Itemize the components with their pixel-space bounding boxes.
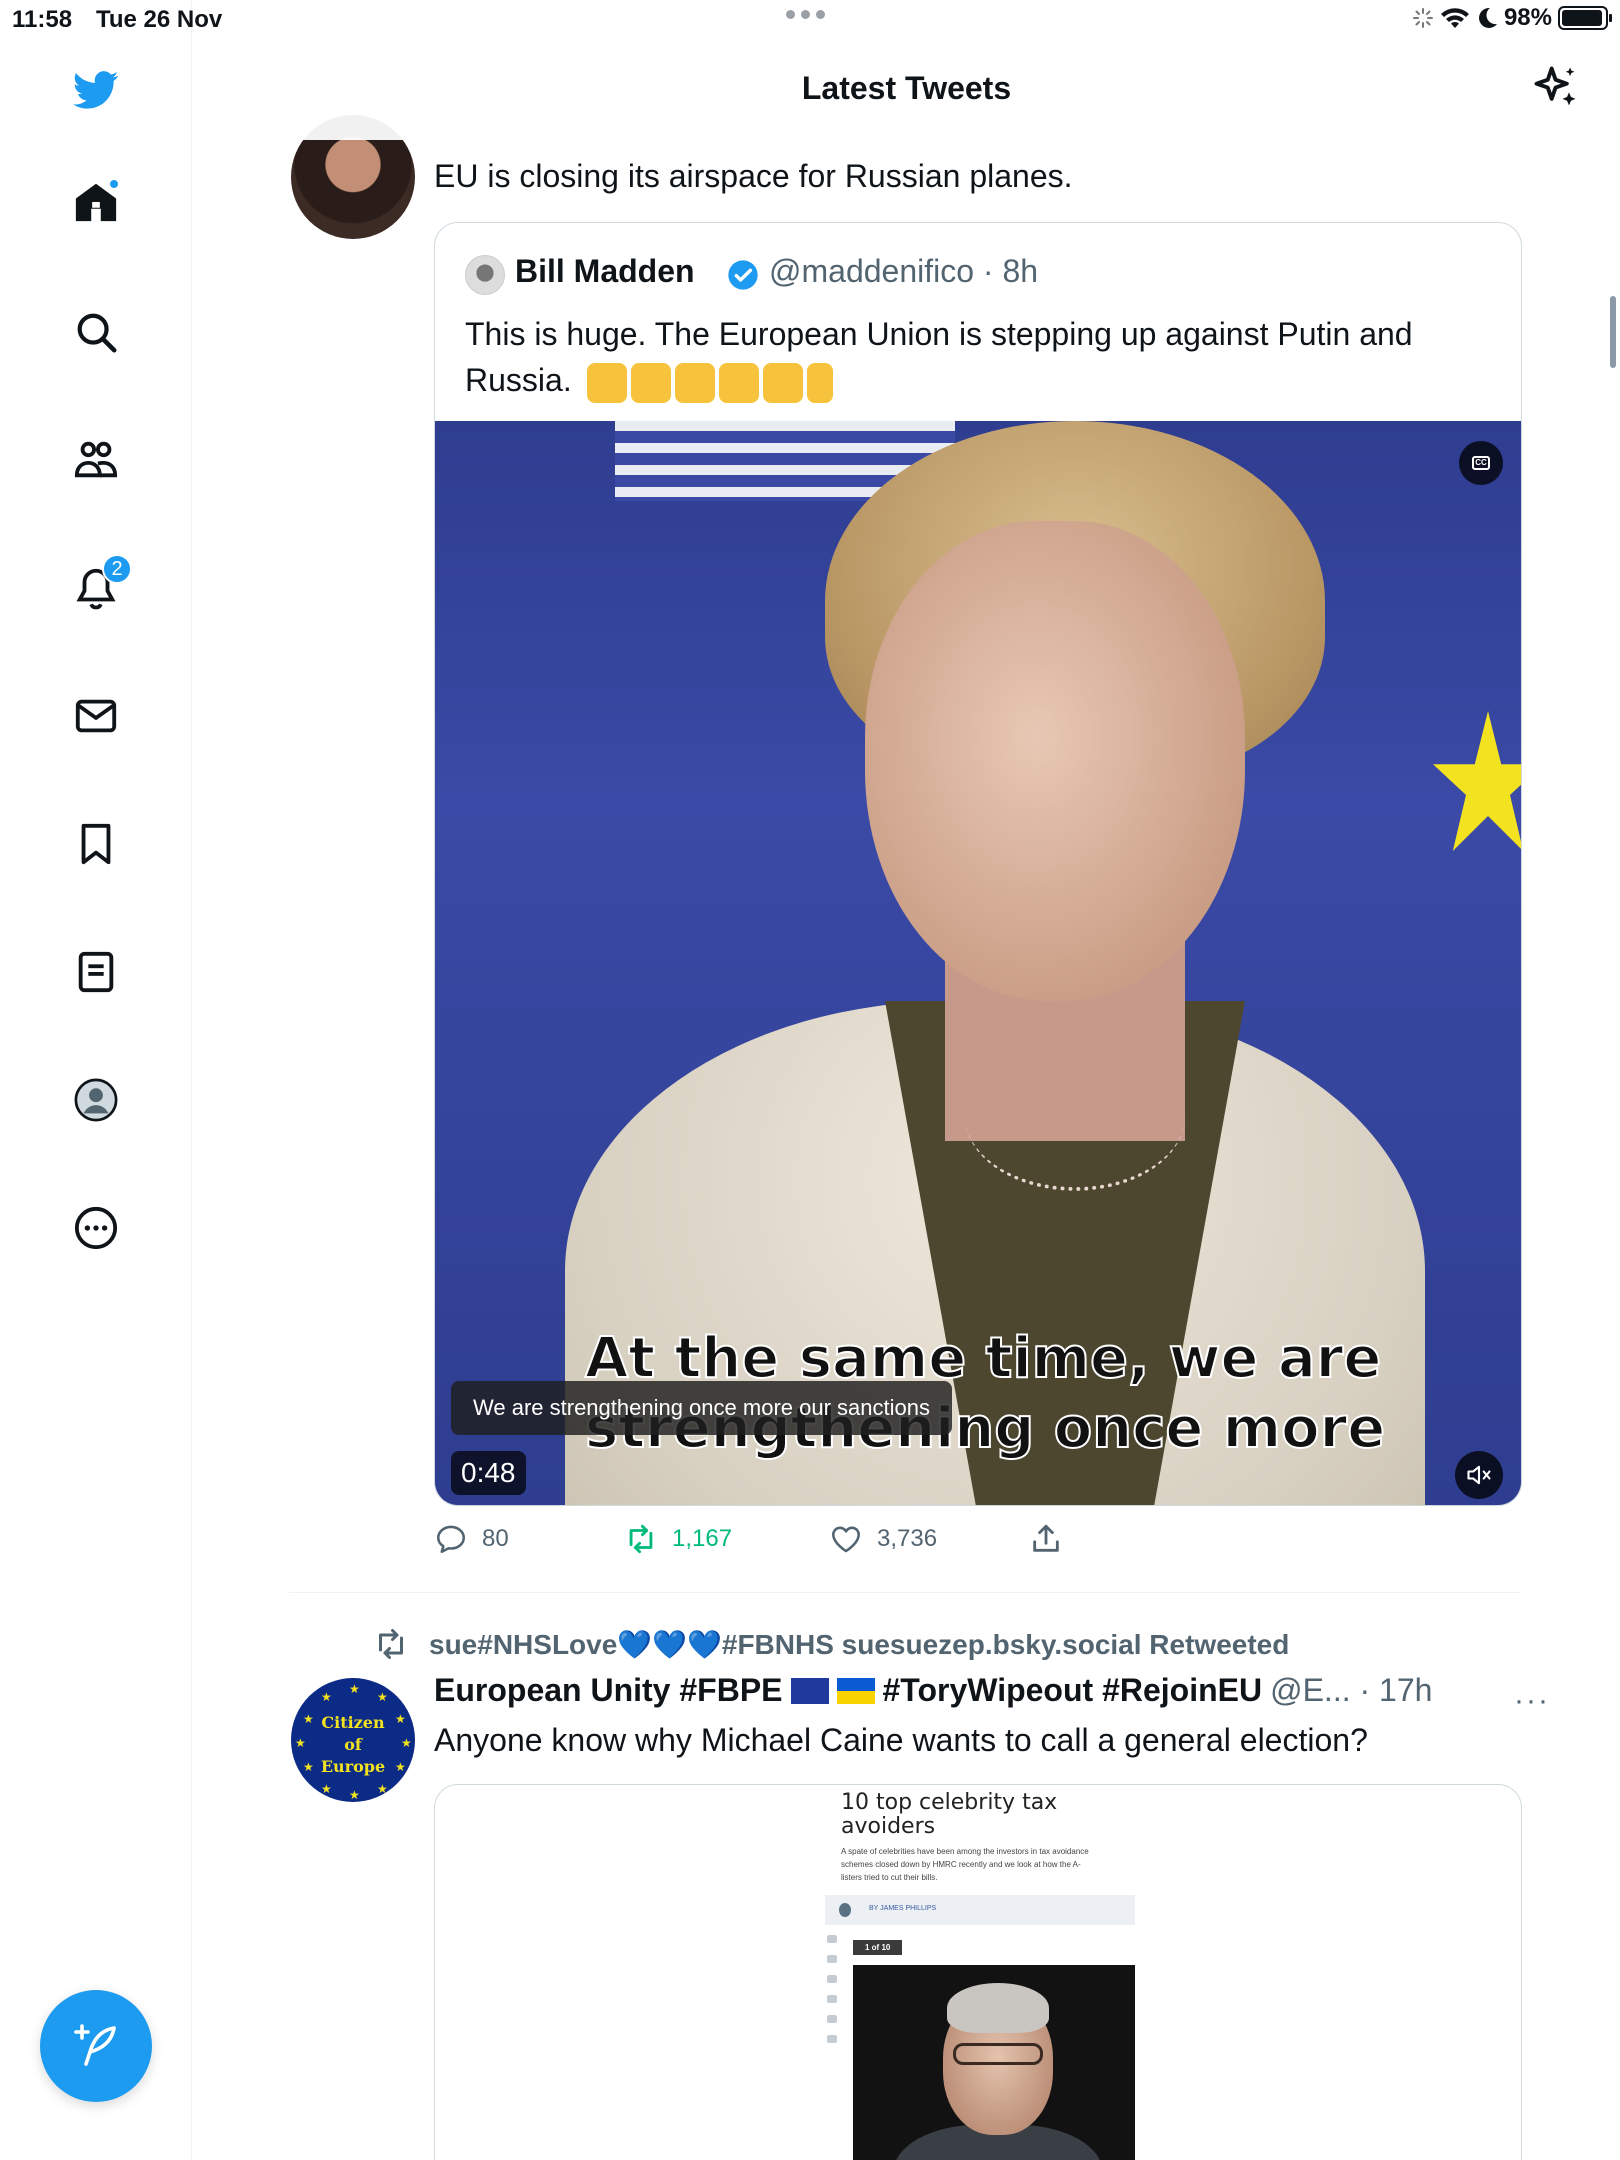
retweet-button[interactable]: 1,167 bbox=[624, 1522, 732, 1556]
retweet-icon bbox=[379, 1629, 403, 1659]
article-screenshot: 10 top celebrity tax avoiders A spate of… bbox=[825, 1785, 1135, 2160]
tweet-text: Anyone know why Michael Caine wants to c… bbox=[434, 1722, 1368, 1758]
tweet-actions: 80 1,167 3,736 bbox=[434, 1522, 1234, 1566]
battery-icon bbox=[1558, 6, 1612, 30]
article-byline-bar: BY JAMES PHILLIPS bbox=[825, 1895, 1135, 1925]
battery-percent: 98% bbox=[1503, 4, 1552, 31]
tweet-media-image[interactable]: 10 top celebrity tax avoiders A spate of… bbox=[434, 1784, 1522, 2160]
tweet-text: EU is closing its airspace for Russian p… bbox=[434, 158, 1073, 194]
eu-star-shape bbox=[1433, 711, 1521, 851]
multitasking-dots-icon[interactable] bbox=[786, 10, 825, 19]
status-date: Tue 26 Nov bbox=[96, 6, 223, 33]
lists-icon[interactable] bbox=[70, 946, 122, 998]
article-photo bbox=[853, 1965, 1135, 2160]
retweet-count: 1,167 bbox=[672, 1525, 733, 1552]
search-icon[interactable] bbox=[70, 306, 122, 358]
wifi-icon bbox=[1440, 8, 1469, 28]
flexed-biceps-emoji bbox=[674, 362, 715, 403]
oncoming-fist-emoji bbox=[762, 362, 803, 403]
author-handle: @E... · 17h bbox=[1270, 1672, 1433, 1708]
ukraine-flag-emoji bbox=[836, 1677, 875, 1704]
reply-icon bbox=[436, 1525, 466, 1554]
twitter-bird-icon[interactable] bbox=[70, 64, 122, 116]
sparkle-icon[interactable] bbox=[1530, 62, 1582, 114]
sidebar: 2 bbox=[0, 0, 192, 2160]
article-share-icons bbox=[825, 1935, 839, 2043]
reply-count: 80 bbox=[482, 1525, 509, 1552]
author-avatar bbox=[839, 1903, 851, 1917]
notifications-badge: 2 bbox=[102, 554, 132, 584]
scrollbar[interactable] bbox=[1610, 296, 1616, 368]
home-new-dot bbox=[108, 178, 120, 190]
raising-hands-emoji bbox=[586, 362, 627, 403]
emoji-row bbox=[586, 362, 833, 403]
timeline-header: Latest Tweets bbox=[193, 40, 1620, 140]
quoted-tweet-text: This is huge. The European Union is step… bbox=[465, 311, 1485, 403]
more-icon[interactable] bbox=[70, 1202, 122, 1254]
folded-hands-emoji bbox=[630, 362, 671, 403]
retweeted-by-text: sue#NHSLove💙💙💙#FBNHS suesuezep.bsky.soci… bbox=[429, 1628, 1290, 1660]
reply-button[interactable]: 80 bbox=[434, 1522, 509, 1556]
share-button[interactable] bbox=[1029, 1522, 1063, 1556]
avatar[interactable]: Citizen of Europe ★ ★ ★ ★ ★ ★ ★ ★ ★ ★ ★ … bbox=[291, 1678, 415, 1802]
quoted-avatar[interactable] bbox=[465, 255, 505, 295]
status-bar: 11:58 Tue 26 Nov 98% bbox=[0, 0, 1620, 40]
quoted-tweet[interactable]: Bill Madden @maddenifico · 8h This is hu… bbox=[434, 222, 1522, 1506]
clapping-hands-emoji bbox=[718, 362, 759, 403]
bookmarks-icon[interactable] bbox=[70, 818, 122, 870]
retweet-icon bbox=[629, 1524, 653, 1554]
status-indicators: 98% bbox=[1412, 4, 1612, 32]
author-name[interactable]: European Unity #FBPE bbox=[434, 1672, 783, 1709]
page-title: Latest Tweets bbox=[801, 70, 1012, 106]
author-name-continued[interactable]: #ToryWipeout #RejoinEU bbox=[883, 1672, 1263, 1709]
tweet-more-menu[interactable]: ··· bbox=[1514, 1684, 1550, 1718]
status-time: 11:58 bbox=[12, 6, 73, 33]
do-not-disturb-moon-icon bbox=[1478, 7, 1497, 28]
compose-tweet-button[interactable] bbox=[40, 1990, 152, 2102]
tweet-author-row[interactable]: European Unity #FBPE #ToryWipeout #Rejoi… bbox=[434, 1672, 1432, 1709]
article-byline: BY JAMES PHILLIPS bbox=[869, 1905, 937, 1912]
cc-icon: CC bbox=[1472, 456, 1490, 470]
quoted-author-handle: @maddenifico · 8h bbox=[769, 253, 1039, 289]
communities-icon[interactable] bbox=[70, 434, 122, 486]
video-duration: 0:48 bbox=[451, 1451, 526, 1495]
video-player[interactable]: At the same time, we are strengthening o… bbox=[435, 421, 1521, 1505]
heart-icon bbox=[831, 1526, 861, 1553]
quoted-author-name[interactable]: Bill Madden bbox=[515, 253, 695, 290]
article-title: 10 top celebrity tax avoiders bbox=[841, 1790, 1058, 1839]
closed-caption: We are strengthening once more our sanct… bbox=[451, 1381, 952, 1435]
home-icon[interactable] bbox=[70, 176, 122, 228]
share-icon bbox=[1033, 1524, 1059, 1552]
like-button[interactable]: 3,736 bbox=[829, 1522, 937, 1556]
compose-tweet-icon bbox=[74, 2024, 116, 2066]
mute-button[interactable] bbox=[1455, 1451, 1503, 1499]
tweet-divider bbox=[289, 1592, 1521, 1593]
messages-icon[interactable] bbox=[70, 690, 122, 742]
eu-flag-emoji bbox=[790, 1677, 829, 1704]
notifications-icon[interactable]: 2 bbox=[70, 554, 132, 614]
profile-icon[interactable] bbox=[70, 1074, 122, 1126]
like-count: 3,736 bbox=[877, 1525, 938, 1552]
pointing-down-emoji bbox=[806, 362, 833, 403]
retweeted-by-row[interactable]: sue#NHSLove💙💙💙#FBNHS suesuezep.bsky.soci… bbox=[373, 1626, 1289, 1662]
verified-badge-icon bbox=[728, 260, 758, 290]
timeline[interactable]: EU is closing its airspace for Russian p… bbox=[193, 0, 1620, 2160]
muted-speaker-icon bbox=[1467, 1465, 1491, 1485]
slide-counter: 1 of 10 bbox=[853, 1940, 903, 1955]
closed-captions-button[interactable]: CC bbox=[1459, 441, 1503, 485]
activity-icon bbox=[1412, 8, 1433, 28]
article-subtitle: A spate of celebrities have been among t… bbox=[841, 1847, 1089, 1882]
